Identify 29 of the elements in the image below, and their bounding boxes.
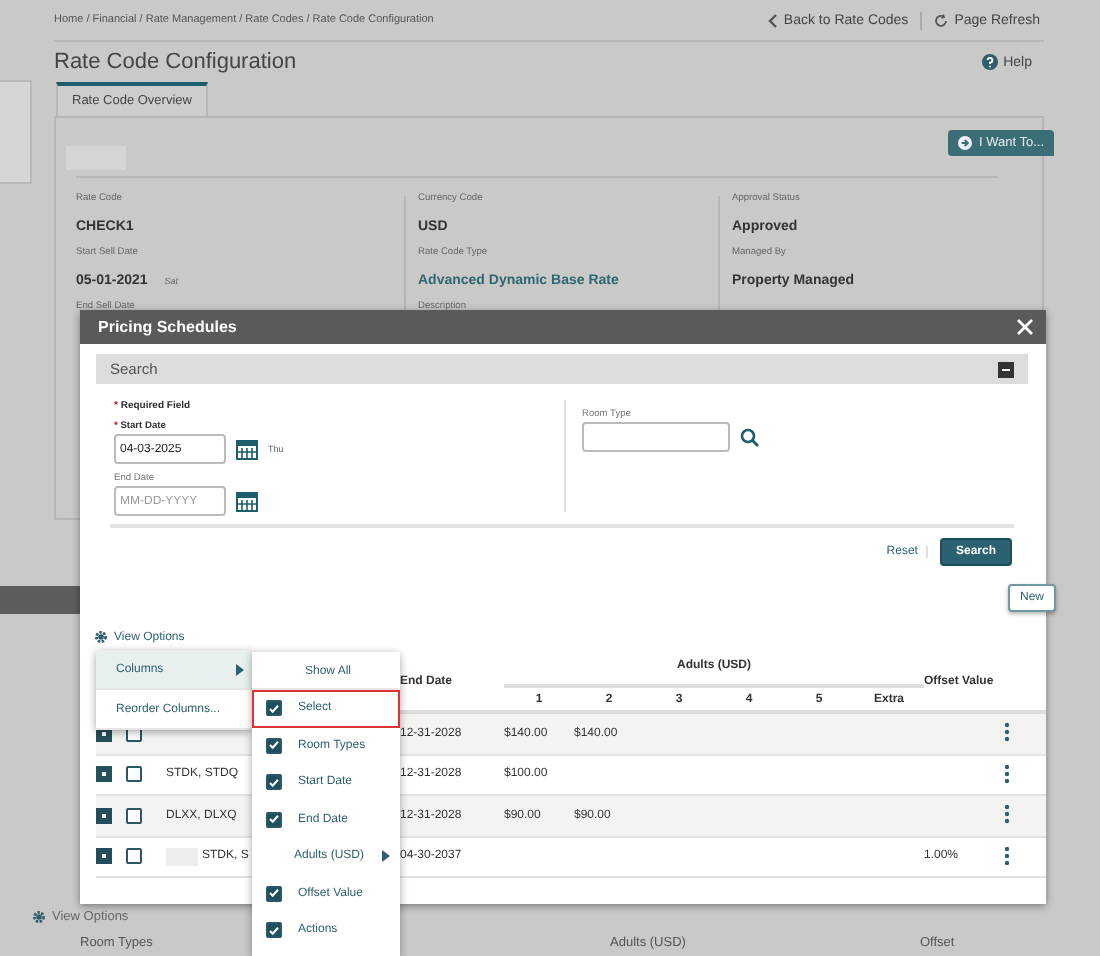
checkbox[interactable] (266, 922, 282, 939)
search-icon[interactable] (740, 427, 760, 447)
expand-icon[interactable] (96, 807, 112, 824)
help-icon (981, 54, 998, 70)
checkbox[interactable] (126, 848, 142, 865)
checkbox[interactable] (266, 885, 282, 902)
chevron-left-icon (767, 13, 778, 27)
checkbox[interactable] (266, 700, 282, 717)
checkbox[interactable] (266, 811, 282, 828)
caret-icon (382, 850, 390, 863)
refresh-icon (934, 13, 949, 27)
dialog-title: Pricing Schedules (98, 318, 237, 336)
checkbox[interactable] (266, 774, 282, 791)
arrow-circle-icon (958, 136, 973, 150)
collapse-icon[interactable] (998, 361, 1014, 377)
calendar-icon[interactable] (236, 438, 258, 460)
checkbox[interactable] (266, 737, 282, 754)
side-panel (0, 80, 32, 184)
gear-icon (94, 630, 108, 644)
section-header-bar (0, 586, 80, 614)
checkbox[interactable] (126, 766, 142, 783)
calendar-icon[interactable] (236, 490, 258, 512)
close-button[interactable] (1016, 318, 1034, 336)
room-type-field[interactable] (582, 422, 730, 452)
gear-icon (32, 910, 46, 924)
checkbox[interactable] (126, 807, 142, 824)
expand-icon[interactable] (96, 766, 112, 783)
expand-icon[interactable] (96, 848, 112, 865)
page-title: Rate Code Configuration (54, 50, 297, 74)
